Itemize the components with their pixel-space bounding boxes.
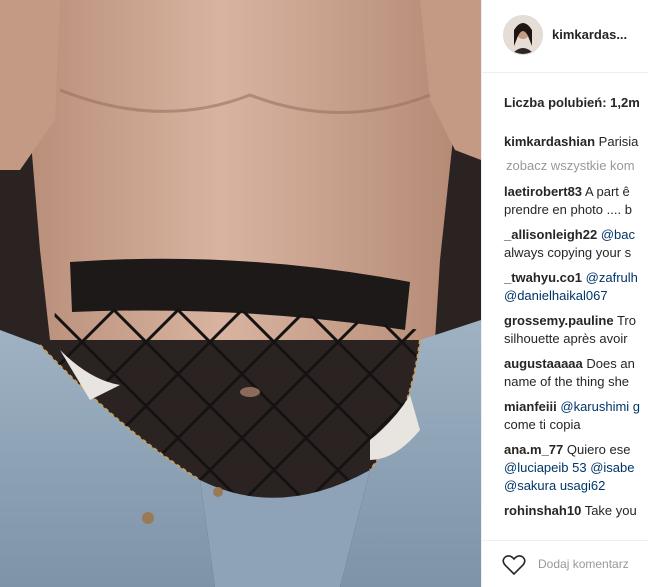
comment: _allisonleigh22 @bac always copying your… [504, 226, 648, 262]
avatar[interactable] [503, 15, 543, 55]
post-header: kimkardas... [482, 0, 648, 73]
likes-count[interactable]: Liczba polubień: 1,2m [504, 95, 640, 110]
comment-author[interactable]: rohinshah10 [504, 503, 581, 518]
comment-author[interactable]: grossemy.pauline [504, 313, 614, 328]
heart-icon[interactable] [502, 554, 526, 576]
mention-link[interactable]: @danielhaikal067 [504, 288, 608, 303]
mention-link[interactable]: @bac [601, 227, 635, 242]
comment-text: come ti copia [504, 417, 581, 432]
comment-author[interactable]: augustaaaaa [504, 356, 583, 371]
comment-author[interactable]: kimkardashian [504, 134, 595, 149]
comment-text: name of the thing she [504, 374, 630, 389]
comment: kimkardashian Parisia [504, 133, 648, 151]
post-sidebar: kimkardas... Liczba polubień: 1,2m kimka… [481, 0, 648, 587]
comment-text: Quiero ese [566, 442, 631, 457]
comment-text: always copying your s [504, 245, 632, 260]
comment: _twahyu.co1 @zafrulh @danielhaikal067 [504, 269, 648, 305]
comment-author[interactable]: mianfeiii [504, 399, 557, 414]
mention-link[interactable]: @zafrulh [586, 270, 638, 285]
comment-author[interactable]: _twahyu.co1 [504, 270, 582, 285]
comment-list: kimkardashian Parisia zobacz wszystkie k… [504, 133, 648, 527]
add-comment-input[interactable]: Dodaj komentarz [538, 557, 629, 571]
comment: augustaaaaa Does an name of the thing sh… [504, 355, 648, 391]
mention-link[interactable]: @luciapeib 53 @isabe [504, 460, 634, 475]
comment-text: A part ê [584, 184, 630, 199]
post-photo[interactable] [0, 0, 481, 587]
comment-author[interactable]: laetirobert83 [504, 184, 582, 199]
comment-text: silhouette après avoir [504, 331, 628, 346]
comment-text: Tro [616, 313, 636, 328]
view-all-comments-link[interactable]: zobacz wszystkie kom [506, 158, 648, 173]
comment-author[interactable]: ana.m_77 [504, 442, 563, 457]
comment: grossemy.pauline Tro silhouette après av… [504, 312, 648, 348]
mention-link[interactable]: @karushimi g [560, 399, 640, 414]
post-footer: Dodaj komentarz [482, 540, 648, 587]
comment: rohinshah10 Take you [504, 502, 648, 520]
post-username[interactable]: kimkardas... [552, 27, 627, 42]
comment: mianfeiii @karushimi g come ti copia [504, 398, 648, 434]
comment-author[interactable]: _allisonleigh22 [504, 227, 597, 242]
mention-link[interactable]: @sakura usagi62 [504, 478, 605, 493]
comment-text: prendre en photo .... b [504, 202, 632, 217]
comment-text: Parisia [598, 134, 639, 149]
comment: ana.m_77 Quiero ese @luciapeib 53 @isabe… [504, 441, 648, 495]
comment-text: Take you [584, 503, 637, 518]
comment-text: Does an [586, 356, 635, 371]
comment: laetirobert83 A part ê prendre en photo … [504, 183, 648, 219]
